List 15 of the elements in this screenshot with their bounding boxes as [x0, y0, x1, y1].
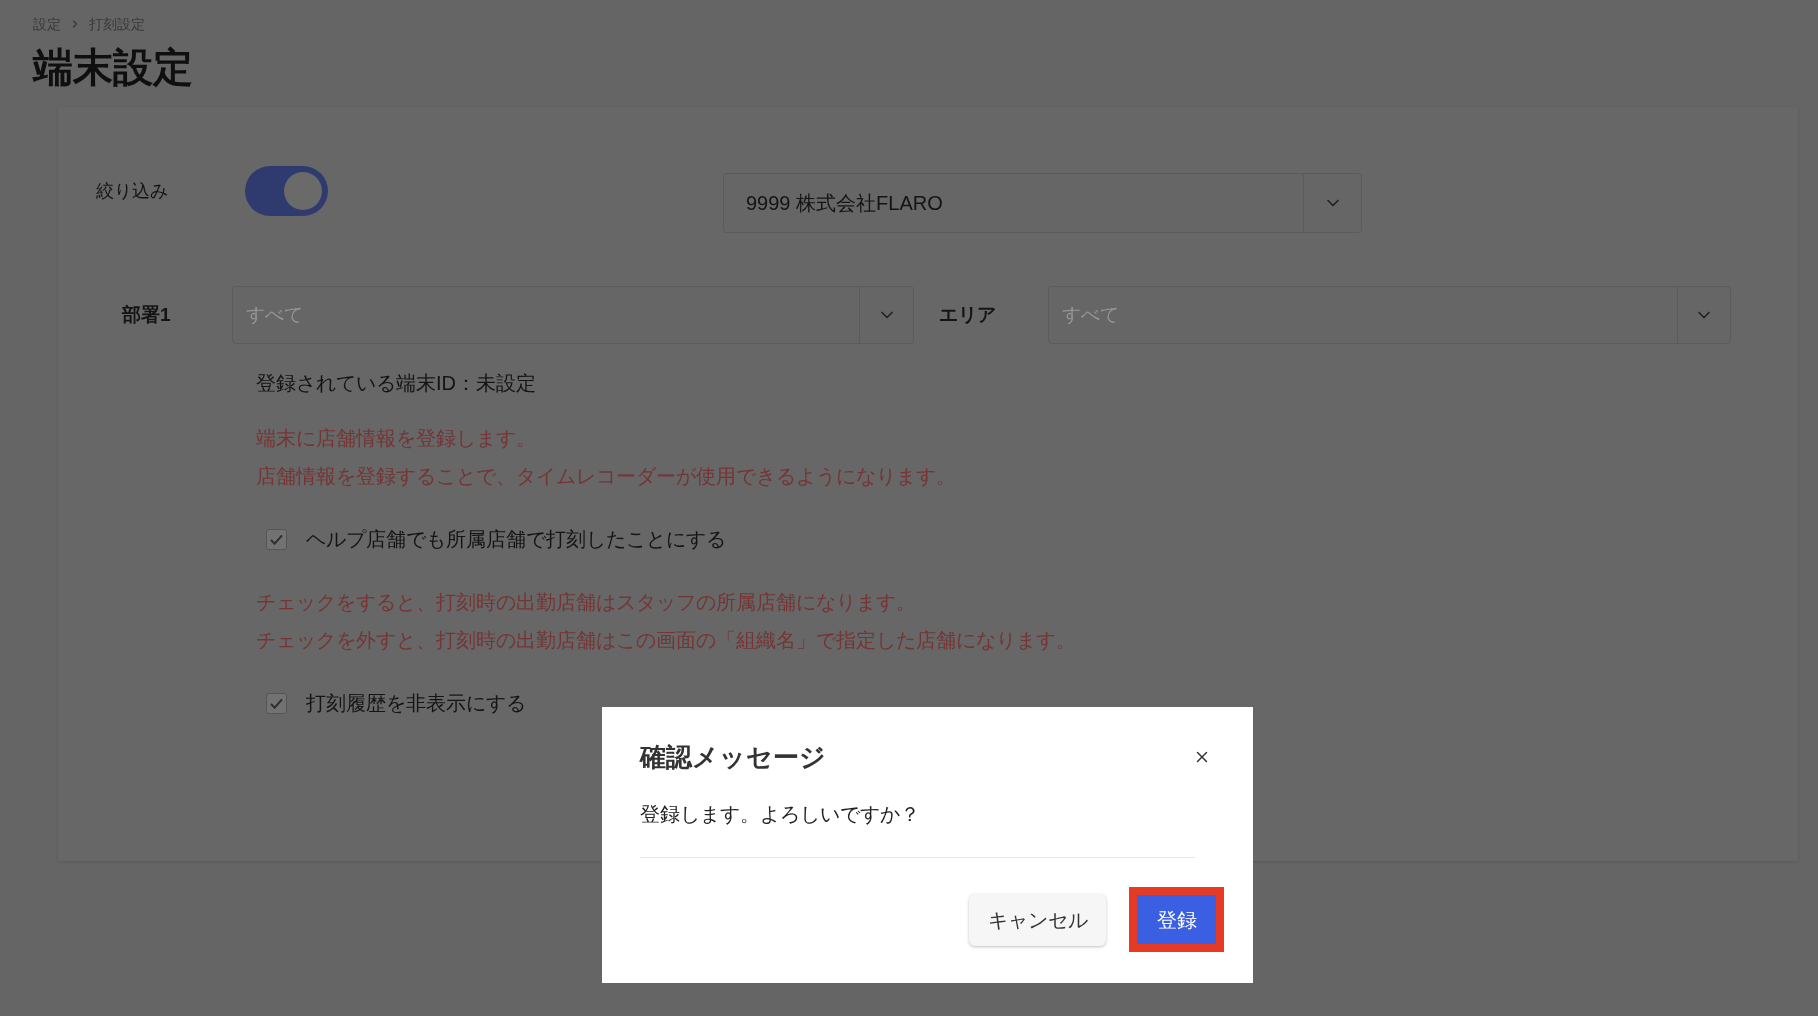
filter-label: 絞り込み — [96, 180, 169, 203]
dialog-title: 確認メッセージ — [640, 741, 826, 774]
check-icon — [270, 697, 283, 709]
check-icon — [270, 533, 283, 545]
page-title: 端末設定 — [33, 44, 193, 90]
checkbox-label: ヘルプ店舗でも所属店舗で打刻したことにする — [306, 527, 726, 552]
checkbox-label: 打刻履歴を非表示にする — [306, 691, 526, 716]
department-label: 部署1 — [122, 302, 172, 327]
terminal-id-text: 登録されている端末ID：未設定 — [256, 371, 537, 396]
company-select[interactable]: 9999 株式会社FLARO — [723, 173, 1362, 233]
dialog-message: 登録します。よろしいですか？ — [640, 802, 920, 827]
area-label: エリア — [939, 302, 997, 327]
toggle-switch[interactable] — [245, 166, 328, 216]
register-button[interactable]: 登録 — [1137, 895, 1216, 944]
cancel-button[interactable]: キャンセル — [969, 893, 1106, 946]
